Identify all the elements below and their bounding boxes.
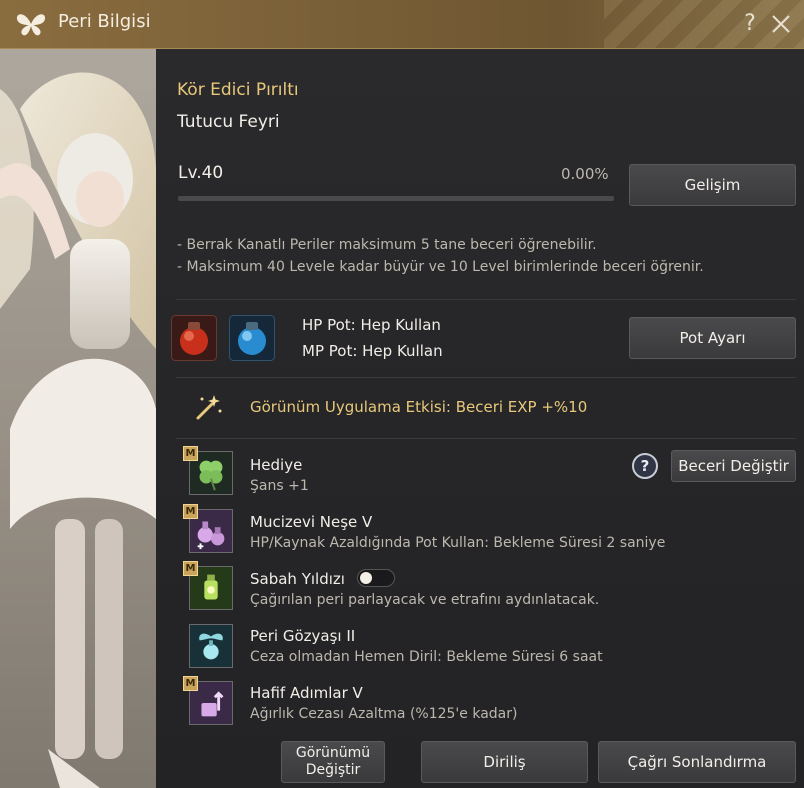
skill-name: Hafif Adımlar V [250,684,363,702]
info-line-2: - Maksimum 40 Levele kadar büyür ve 10 L… [177,259,704,275]
mastery-badge: M [183,676,198,691]
fairy-name: Kör Edici Pırıltı [177,80,299,100]
skill-name: Sabah Yıldızı [250,570,345,588]
upgrade-button[interactable]: Gelişim [629,164,796,206]
change-appearance-button[interactable]: Görünümü Değiştir [281,741,385,783]
skill-name: Hediye [250,456,303,474]
info-panel [156,49,804,788]
button-label-line: Görünümü [295,745,371,761]
title-bar[interactable]: Peri Bilgisi ? [0,0,804,49]
skill-name: Mucizevi Neşe V [250,513,373,531]
winged-vial-icon [189,624,233,668]
fairy-level: Lv.40 [178,163,224,183]
fairy-portrait [0,49,156,788]
mastery-badge: M [183,561,198,576]
skill-desc: Çağırılan peri parlayacak ve etrafını ay… [250,592,600,608]
change-skill-button[interactable]: Beceri Değiştir [671,450,796,482]
mastery-badge: M [183,504,198,519]
fairy-illustration [0,49,156,788]
hp-potion-icon[interactable] [171,315,217,361]
revive-button[interactable]: Diriliş [421,741,588,783]
magic-wand-icon [196,395,222,420]
button-label-line: Değiştir [305,762,361,778]
help-button[interactable]: ? [738,9,762,39]
exp-percent: 0.00% [561,165,609,183]
mp-potion-icon[interactable] [229,315,275,361]
divider [176,377,796,378]
toggle-knob [360,572,372,584]
end-summon-button[interactable]: Çağrı Sonlandırma [598,741,796,783]
pot-settings-button[interactable]: Pot Ayarı [629,317,796,359]
skill-desc: HP/Kaynak Azaldığında Pot Kullan: Beklem… [250,535,666,551]
window-title: Peri Bilgisi [58,11,151,32]
butterfly-icon [16,14,46,36]
divider [176,299,796,300]
hp-pot-setting: HP Pot: Hep Kullan [302,316,441,334]
fairy-subtitle: Tutucu Feyri [177,112,280,132]
appearance-effect: Görünüm Uygulama Etkisi: Beceri EXP +%10 [250,398,588,416]
skill-help-button[interactable]: ? [632,453,658,479]
info-line-1: - Berrak Kanatlı Periler maksimum 5 tane… [177,237,597,253]
skill-desc: Şans +1 [250,478,309,494]
skill-desc: Ağırlık Cezası Azaltma (%125'e kadar) [250,706,518,722]
skill-desc: Ceza olmadan Hemen Diril: Bekleme Süresi… [250,649,603,665]
close-icon[interactable] [768,9,794,39]
mp-pot-setting: MP Pot: Hep Kullan [302,342,443,360]
skill-toggle[interactable] [357,569,395,587]
skill-name: Peri Gözyaşı II [250,627,356,645]
peri-info-window: Peri Bilgisi ? Kör Edici Pırıltı Tutucu … [0,0,804,788]
exp-progress-bar [178,196,614,201]
divider [176,438,796,439]
mastery-badge: M [183,446,198,461]
